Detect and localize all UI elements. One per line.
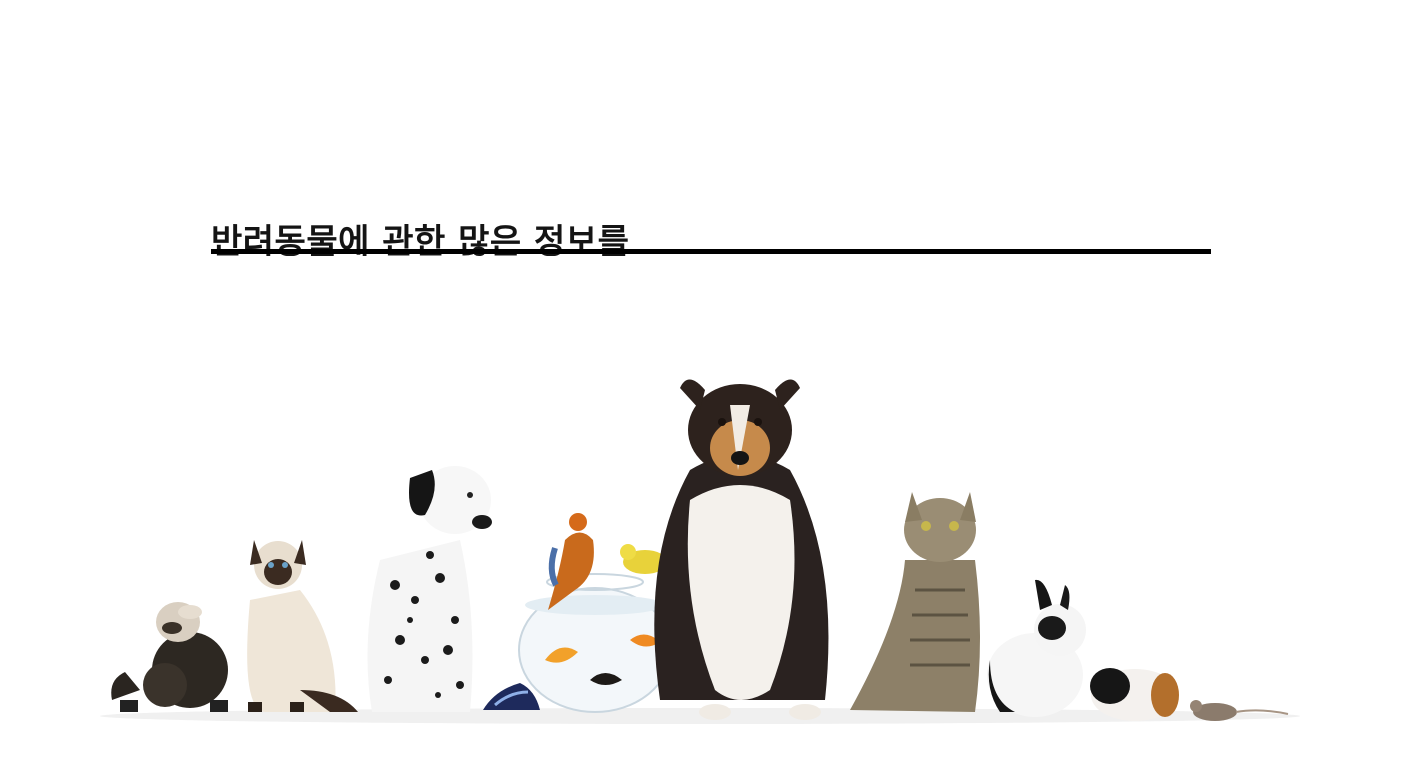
tabby-cat (850, 492, 980, 712)
pets-illustration (100, 379, 1300, 724)
poison-dart-frog (483, 683, 540, 710)
ferret (111, 602, 228, 712)
siamese-cat (247, 540, 358, 712)
dalmatian (367, 466, 492, 712)
rabbit (987, 579, 1086, 717)
goldfish-bowl (518, 573, 672, 713)
collie (654, 379, 829, 720)
guinea-pig (1090, 668, 1179, 721)
